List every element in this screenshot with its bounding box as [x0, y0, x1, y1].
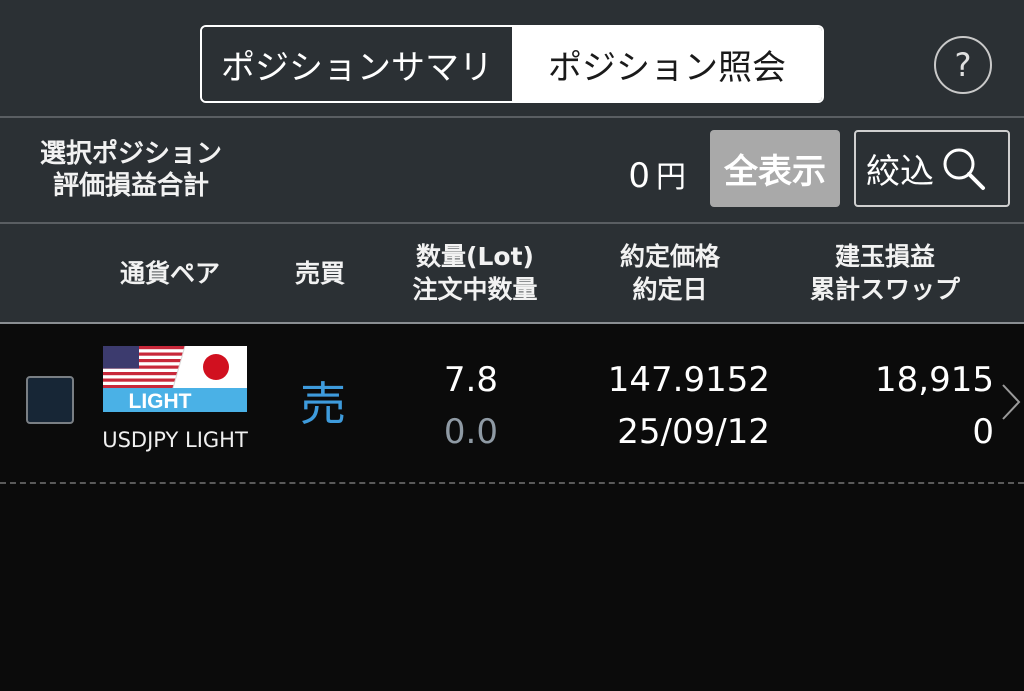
- usdjpy-flag-icon: LIGHT: [103, 346, 247, 412]
- top-header: ポジションサマリ ポジション照会 ?: [0, 0, 1024, 118]
- view-segmented-control: ポジションサマリ ポジション照会: [200, 25, 824, 103]
- summary-bar: 選択ポジション 評価損益合計 0円 全表示 絞込: [0, 118, 1024, 224]
- selected-pnl-total-value: 0円: [560, 152, 686, 196]
- table-header: 通貨ペア 売買 数量(Lot) 注文中数量 約定価格 約定日 建玉損益 累計スワ…: [0, 224, 1024, 324]
- col-pnl-label: 建玉損益: [834, 242, 935, 271]
- col-header-quantity: 数量(Lot) 注文中数量: [390, 224, 560, 322]
- pnl-value: 18,915: [875, 360, 994, 400]
- pair-name: USDJPY LIGHT: [102, 428, 248, 452]
- summary-label-line2: 評価損益合計: [52, 171, 209, 201]
- chevron-right-icon[interactable]: [1000, 382, 1022, 422]
- summary-label-line1: 選択ポジション: [39, 139, 222, 169]
- col-header-price: 約定価格 約定日: [590, 224, 750, 322]
- flag-badge-text: LIGHT: [129, 390, 192, 412]
- side-sell: 売: [300, 377, 346, 431]
- price-value: 147.9152: [607, 360, 770, 400]
- col-pending-qty-label: 注文中数量: [412, 275, 538, 304]
- summary-value-number: 0: [628, 156, 650, 196]
- col-swap-label: 累計スワップ: [809, 275, 960, 304]
- date-value: 25/09/12: [617, 412, 770, 452]
- filter-label: 絞込: [866, 152, 934, 192]
- show-all-button[interactable]: 全表示: [710, 130, 840, 207]
- col-header-pair: 通貨ペア: [100, 224, 240, 322]
- col-pair-label: 通貨ペア: [119, 258, 220, 288]
- selected-pnl-total-label: 選択ポジション 評価損益合計: [26, 138, 236, 202]
- quantity-value: 7.8: [443, 360, 498, 400]
- question-circle-icon[interactable]: ?: [934, 36, 992, 94]
- search-icon: [943, 148, 985, 190]
- filter-button[interactable]: 絞込: [854, 130, 1010, 207]
- table-row[interactable]: LIGHT USDJPY LIGHT 売 7.8 0.0 147.9152 25…: [0, 324, 1024, 484]
- col-price-label: 約定価格: [619, 242, 720, 271]
- col-qty-label: 数量(Lot): [416, 242, 534, 271]
- tab-position-inquiry[interactable]: ポジション照会: [512, 27, 822, 101]
- col-header-side: 売買: [280, 224, 360, 322]
- tab-position-summary[interactable]: ポジションサマリ: [202, 27, 512, 101]
- col-header-pnl: 建玉損益 累計スワップ: [780, 224, 990, 322]
- list-empty-area: [0, 484, 1024, 691]
- col-side-label: 売買: [294, 258, 345, 288]
- swap-value: 0: [972, 412, 994, 452]
- summary-value-unit: 円: [656, 160, 686, 195]
- pending-quantity-value: 0.0: [443, 412, 498, 452]
- col-date-label: 約定日: [632, 275, 708, 304]
- row-select-checkbox[interactable]: [26, 376, 74, 424]
